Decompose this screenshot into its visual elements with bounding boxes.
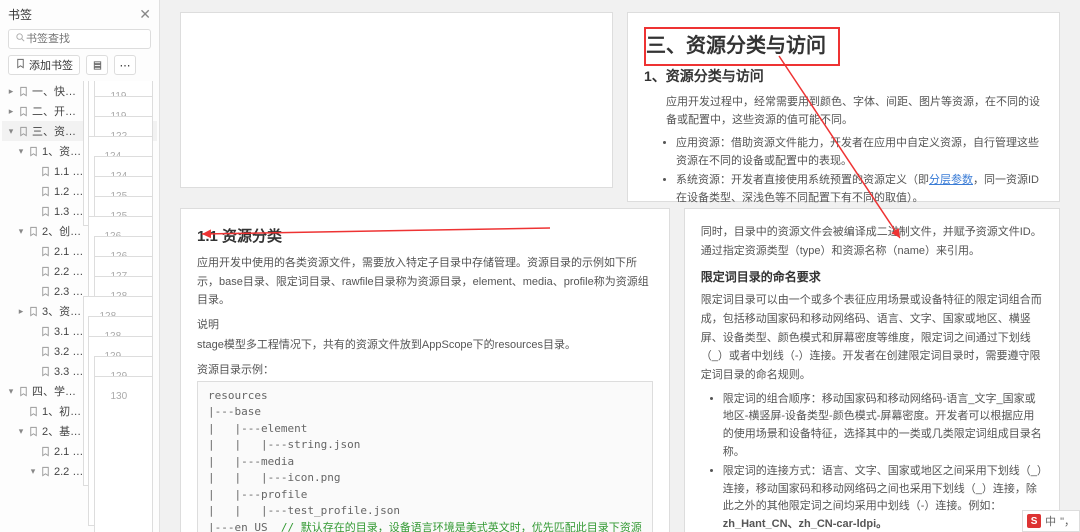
chevron-icon: ▾ <box>6 126 16 137</box>
search-icon <box>15 32 26 46</box>
paragraph: 应用开发中使用的各类资源文件，需要放入特定子目录中存储管理。资源目录的示例如下所… <box>197 254 653 310</box>
ime-indicator[interactable]: S 中 "， <box>1022 510 1080 532</box>
bookmark-icon <box>38 466 52 477</box>
page-panel-bottom-left: 1.1 资源分类 应用开发中使用的各类资源文件，需要放入特定子目录中存储管理。资… <box>180 208 670 532</box>
add-bookmark-label: 添加书签 <box>29 57 73 73</box>
bookmark-icon <box>38 326 52 337</box>
subhead: 限定词目录的命名要求 <box>701 268 1043 285</box>
outline-page: 130 <box>94 376 154 532</box>
bookmark-icon <box>38 366 52 377</box>
bookmark-icon <box>16 386 30 397</box>
chevron-icon: ▾ <box>16 146 26 157</box>
bookmark-icon <box>38 346 52 357</box>
search-input[interactable] <box>26 33 168 45</box>
tree-label: 资源目录示例： <box>197 361 653 377</box>
add-bookmark-button[interactable]: 添加书签 <box>8 55 80 75</box>
list-item: 系统资源：开发者直接使用系统预置的资源定义（即分层参数，同一资源ID在设备类型、… <box>676 172 1043 207</box>
outline-label: 2.2 声明式UI描述 <box>52 463 94 479</box>
chevron-icon: ▸ <box>6 86 16 97</box>
list-item: 限定词的组合顺序：移动国家码和移动网络码-语言_文字_国家或地区-横竖屏-设备类… <box>723 391 1043 461</box>
outline-label: 四、学习ArkTs语言 <box>30 383 83 399</box>
chevron-icon: ▾ <box>16 226 26 237</box>
chevron-icon: ▾ <box>16 426 26 437</box>
outline-label: 三、资源分类与访问 <box>30 123 83 139</box>
resource-tree-code: resources |---base | |---element | | |--… <box>197 381 653 532</box>
ime-lang: 中 <box>1045 513 1056 529</box>
layered-params-link[interactable]: 分层参数 <box>929 174 973 186</box>
bookmark-icon <box>26 146 40 157</box>
list-item: 应用资源：借助资源文件能力，开发者在应用中自定义资源，自行管理这些资源在不同的设… <box>676 135 1043 170</box>
intro-paragraph: 应用开发过程中，经常需要用到颜色、字体、间距、图片等资源，在不同的设备或配置中，… <box>666 94 1043 129</box>
bookmark-icon <box>16 126 30 137</box>
bookmark-icon <box>38 186 52 197</box>
note-text: stage模型多工程情况下，共有的资源文件放到AppScope下的resourc… <box>197 336 653 355</box>
bookmark-outline: ▸一、快速入门1▸二、开发基础知识31▾三、资源分类与访问118▾1、资源分类与… <box>0 81 159 532</box>
chevron-icon: ▸ <box>16 306 26 317</box>
bookmark-icon <box>26 226 40 237</box>
bookmark-icon <box>26 306 40 317</box>
bookmark-icon <box>26 406 40 417</box>
page-panel-top-right: 三、资源分类与访问 1、资源分类与访问 应用开发过程中，经常需要用到颜色、字体、… <box>627 12 1060 202</box>
bookmark-icon <box>16 86 30 97</box>
outline-label: 1、资源分类与访问 <box>40 143 88 159</box>
bookmark-icon <box>38 446 52 457</box>
paragraph: 同时，目录中的资源文件会被编译成二进制文件，并赋予资源文件ID。通过指定资源类型… <box>701 223 1043 260</box>
sidebar-title: 书签 <box>8 6 32 23</box>
page-viewport[interactable]: 三、资源分类与访问 1、资源分类与访问 应用开发过程中，经常需要用到颜色、字体、… <box>160 0 1080 532</box>
subsection-heading: 1.1 资源分类 <box>197 225 653 246</box>
section-heading: 三、资源分类与访问 <box>646 29 826 58</box>
page-panel-top-left <box>180 12 613 188</box>
chevron-icon: ▾ <box>6 386 16 397</box>
bookmark-icon <box>38 206 52 217</box>
chevron-icon: ▸ <box>6 106 16 117</box>
bookmarks-sidebar: 书签 ✕ 添加书签 ⋯ ▸一、快速入门1▸二、开发基础知识31▾三 <box>0 0 160 532</box>
bookmark-search[interactable] <box>8 29 151 49</box>
note-label: 说明 <box>197 316 653 332</box>
chevron-icon: ▾ <box>28 466 38 477</box>
bookmark-icon <box>38 266 52 277</box>
bookmark-icon <box>38 166 52 177</box>
paragraph: 限定词目录可以由一个或多个表征应用场景或设备特征的限定词组合而成，包括移动国家码… <box>701 291 1043 384</box>
bookmark-icon <box>38 286 52 297</box>
ime-punct: "， <box>1060 513 1075 529</box>
list-item: 限定词的连接方式：语言、文字、国家或地区之间采用下划线（_）连接，移动国家码和移… <box>723 463 1043 532</box>
outline-item[interactable]: ▾2.2 声明式UI描述130 <box>2 461 157 481</box>
more-button[interactable]: ⋯ <box>114 55 136 75</box>
outline-label: 2.1 基本语法概述 <box>52 443 94 459</box>
outline-label: 一、快速入门 <box>30 83 83 99</box>
bookmark-icon <box>15 58 26 72</box>
bookmark-icon <box>26 426 40 437</box>
close-icon[interactable]: ✕ <box>139 6 151 23</box>
bookmark-icon <box>16 106 30 117</box>
ime-logo-icon: S <box>1027 514 1041 528</box>
bookmark-icon <box>38 246 52 257</box>
subsection-heading: 1、资源分类与访问 <box>644 66 1043 86</box>
outline-label: 3、资源访问 <box>40 303 88 319</box>
outline-label: 2、基本语法 <box>40 423 88 439</box>
outline-label: 2、创建资源目录和资源文件 <box>40 223 88 239</box>
outline-label: 1、初识ArkTS语言 <box>40 403 88 419</box>
page-panel-bottom-right: 同时，目录中的资源文件会被编译成二进制文件，并赋予资源文件ID。通过指定资源类型… <box>684 208 1060 532</box>
outline-options-button[interactable] <box>86 55 108 75</box>
outline-label: 二、开发基础知识 <box>30 103 83 119</box>
